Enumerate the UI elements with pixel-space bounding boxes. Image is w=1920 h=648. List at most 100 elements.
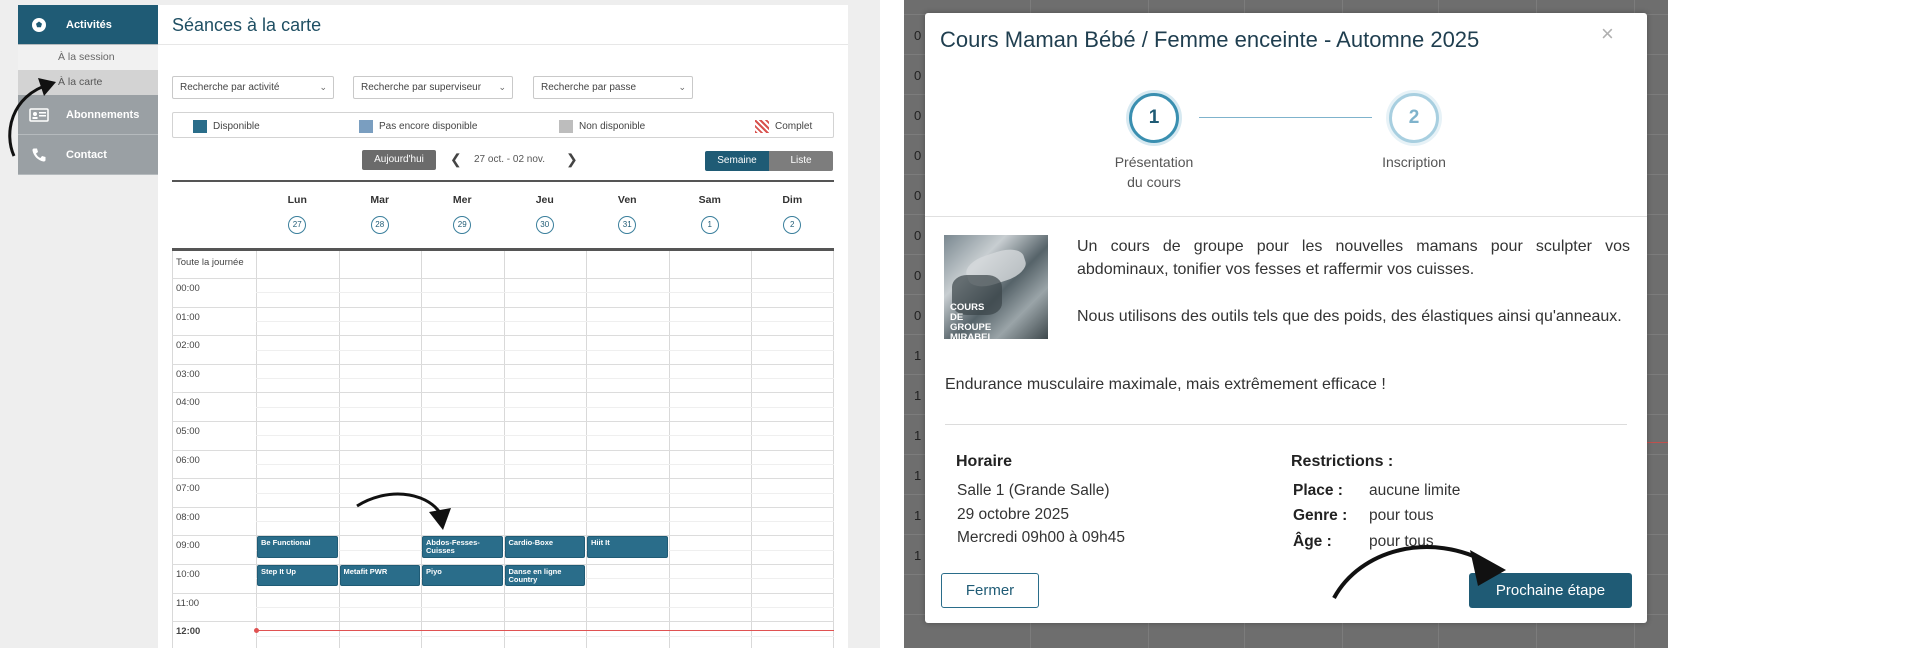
backdrop-hour-digit: 1 (914, 428, 922, 443)
grid-half-row-line (256, 463, 834, 465)
event-be-functional[interactable]: Be Functional (257, 536, 338, 558)
day-number-badge[interactable]: 31 (618, 216, 637, 234)
grid-half-row-line (256, 406, 834, 408)
restriction-key: Âge : (1293, 533, 1332, 550)
day-number-badge[interactable]: 29 (453, 216, 472, 234)
step-2-indicator: 2 (1389, 93, 1439, 143)
day-number-badge[interactable]: 30 (535, 216, 554, 234)
backdrop-hour-digit: 1 (914, 508, 922, 523)
hour-label: 07:00 (176, 483, 200, 495)
day-header-jeu: Jeu (535, 194, 554, 206)
divider (925, 216, 1647, 217)
day-header-mer: Mer (452, 194, 472, 206)
backdrop-hour-digit: 1 (914, 348, 922, 363)
hour-label: 11:00 (176, 597, 200, 609)
backdrop-hour-digit: 0 (914, 228, 922, 243)
backdrop-hour-digit: 0 (914, 68, 922, 83)
day-number-badge[interactable]: 27 (288, 216, 307, 234)
backdrop-hour-digit: 0 (914, 308, 922, 323)
grid-row-line (172, 592, 834, 594)
grid-row-line (172, 621, 834, 623)
day-number-badge[interactable]: 1 (700, 216, 719, 234)
image-caption: COURS DE GROUPE MIRABEL (950, 302, 994, 340)
course-description: Un cours de groupe pour les nouvelles ma… (1077, 238, 1630, 278)
hour-label: 02:00 (176, 340, 200, 352)
filter-activity-select[interactable]: Recherche par activité ⌄ (172, 76, 334, 99)
hour-label: 06:00 (176, 454, 200, 466)
event-metafit-pwr[interactable]: Metafit PWR (339, 565, 420, 587)
day-header-mar: Mar (370, 194, 390, 206)
grid-row-line (172, 335, 834, 337)
chevron-down-icon: ⌄ (678, 82, 686, 92)
legend-label: Non disponible (579, 121, 646, 132)
view-toggle: Semaine Liste (705, 151, 833, 171)
next-week-icon[interactable]: ❯ (566, 151, 578, 168)
page-title: Séances à la carte (172, 15, 322, 35)
event-hiit-it[interactable]: Hiit It (587, 536, 668, 558)
hour-label: 09:00 (176, 540, 200, 552)
legend-swatch (559, 120, 573, 133)
soccer-ball-icon (28, 14, 50, 36)
event-abdos-fesses-cuisses[interactable]: Abdos-Fesses-Cuisses (422, 536, 503, 558)
hour-label: 05:00 (176, 426, 200, 437)
annotation-arrow-icon (8, 78, 56, 157)
backdrop-time-line (1644, 442, 1668, 443)
filter-supervisor-select[interactable]: Recherche par superviseur ⌄ (353, 76, 513, 99)
grid-row-line (172, 506, 834, 508)
annotation-arrow-icon (356, 492, 451, 530)
hour-label: 01:00 (176, 311, 200, 323)
schedule-date: 29 octobre 2025 (957, 506, 1070, 523)
day-header-dim: Dim (782, 194, 803, 206)
hour-label: 08:00 (176, 511, 200, 523)
restrictions-heading: Restrictions : (1291, 453, 1394, 470)
day-number-badge[interactable]: 28 (370, 216, 389, 234)
screenshot-stage: Activités À la session À la carte Abonne… (0, 0, 1920, 648)
backdrop-hour-digit: 1 (914, 388, 922, 403)
grid-half-row-line (256, 606, 834, 608)
previous-week-icon[interactable]: ❮ (450, 151, 462, 168)
event-danse-en-ligne-country[interactable]: Danse en ligne Country (504, 565, 585, 587)
backdrop-hour-digit: 0 (914, 188, 922, 203)
grid-half-row-line (256, 378, 834, 380)
legend-swatch (193, 120, 207, 133)
close-icon[interactable]: × (1601, 21, 1614, 47)
step-1-indicator: 1 (1129, 93, 1179, 143)
allday-label: Toute la journée (176, 257, 244, 268)
event-step-it-up[interactable]: Step It Up (257, 565, 338, 587)
grid-row-line (172, 478, 834, 480)
legend-item-available: Disponible (193, 120, 260, 133)
modal-title: Cours Maman Bébé / Femme enceinte - Auto… (940, 27, 1480, 52)
schedule-room: Salle 1 (Grande Salle) (957, 482, 1110, 499)
legend-label: Disponible (213, 121, 260, 132)
stepper-connector (1199, 117, 1372, 118)
grid-half-row-line (256, 635, 834, 637)
step-label-line: Inscription (1382, 154, 1446, 170)
day-header-ven: Ven (617, 194, 637, 206)
chevron-down-icon: ⌄ (498, 82, 506, 92)
close-button[interactable]: Fermer (941, 573, 1039, 608)
backdrop-hour-digit: 1 (914, 468, 922, 483)
course-modal: Cours Maman Bébé / Femme enceinte - Auto… (925, 13, 1647, 623)
event-piyo[interactable]: Piyo (422, 565, 503, 587)
filter-pass-select[interactable]: Recherche par passe ⌄ (533, 76, 693, 99)
sidebar-item-label: Activités (66, 18, 112, 31)
sidebar-item-activites[interactable]: Activités (18, 5, 158, 45)
grid-half-row-line (256, 521, 834, 523)
legend-item-full: Complet (755, 120, 812, 133)
hour-label: 10:00 (176, 569, 200, 580)
sidebar-subitem-a-la-session[interactable]: À la session (18, 45, 158, 70)
course-image: COURS DE GROUPE MIRABEL (944, 235, 1048, 339)
day-number-badge[interactable]: 2 (783, 216, 802, 234)
backdrop-hour-digit: 0 (914, 148, 922, 163)
schedule-time: Mercredi 09h00 à 09h45 (957, 529, 1126, 546)
view-list-button[interactable]: Liste (769, 151, 833, 171)
filter-label: Recherche par passe (541, 82, 637, 93)
day-header-lun: Lun (287, 194, 307, 206)
legend-label: Complet (775, 121, 813, 132)
grid-row-line (172, 363, 834, 365)
today-button[interactable]: Aujourd'hui (362, 150, 436, 170)
annotation-arrow-icon (1332, 545, 1506, 599)
view-week-button[interactable]: Semaine (705, 151, 769, 171)
event-cardio-boxe[interactable]: Cardio-Boxe (504, 536, 585, 558)
grid-row-line (172, 449, 834, 451)
